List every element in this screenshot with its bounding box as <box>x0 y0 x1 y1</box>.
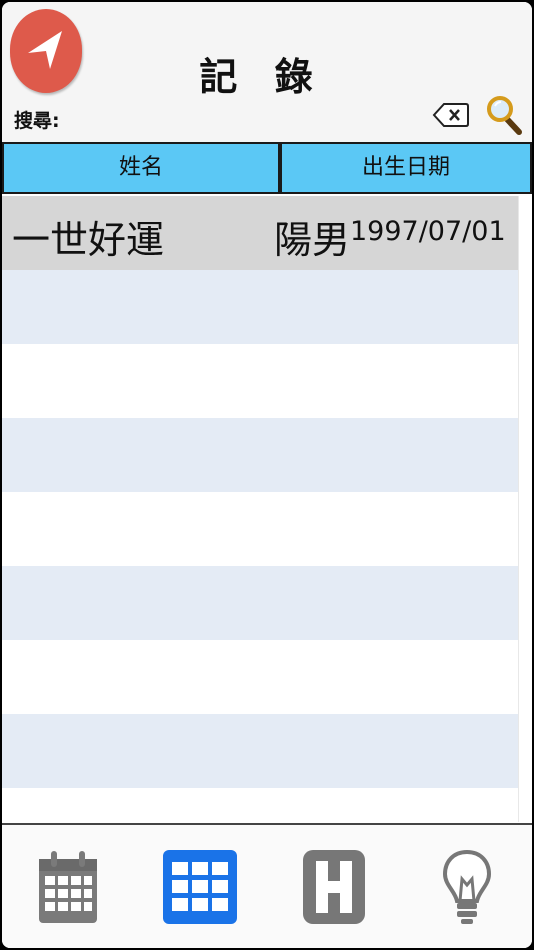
record-hour: 陽男 <box>274 218 351 262</box>
empty-row <box>2 566 518 640</box>
search-input[interactable] <box>72 102 426 134</box>
column-header-name[interactable]: 姓名 <box>2 142 280 194</box>
list-item[interactable]: 一世好運 陽男 1997/07/01 <box>2 196 518 270</box>
empty-row <box>2 418 518 492</box>
lightbulb-icon[interactable] <box>442 849 492 927</box>
magnifier-icon[interactable] <box>486 94 524 136</box>
header: 記 錄 搜尋: <box>2 2 532 142</box>
app-frame: 記 錄 搜尋: 姓名 出生日期 一世好運 陽男 1997/07/01 <box>2 2 532 948</box>
search-label: 搜尋: <box>14 110 60 132</box>
grid-icon[interactable] <box>162 849 238 925</box>
tab-bar <box>2 823 532 948</box>
empty-row <box>2 492 518 566</box>
record-name: 一世好運 <box>12 218 165 262</box>
scrollbar[interactable] <box>518 196 532 822</box>
record-date: 1997/07/01 <box>350 216 506 247</box>
empty-row <box>2 788 518 822</box>
empty-row <box>2 640 518 714</box>
empty-row <box>2 270 518 344</box>
empty-row <box>2 714 518 788</box>
empty-row <box>2 344 518 418</box>
clear-backspace-icon[interactable] <box>432 101 470 129</box>
record-list: 一世好運 陽男 1997/07/01 <box>2 196 518 822</box>
calendar-icon[interactable] <box>36 849 100 927</box>
column-header-dob[interactable]: 出生日期 <box>280 142 532 194</box>
page-title: 記 錄 <box>199 55 325 99</box>
h-icon[interactable] <box>302 849 366 925</box>
